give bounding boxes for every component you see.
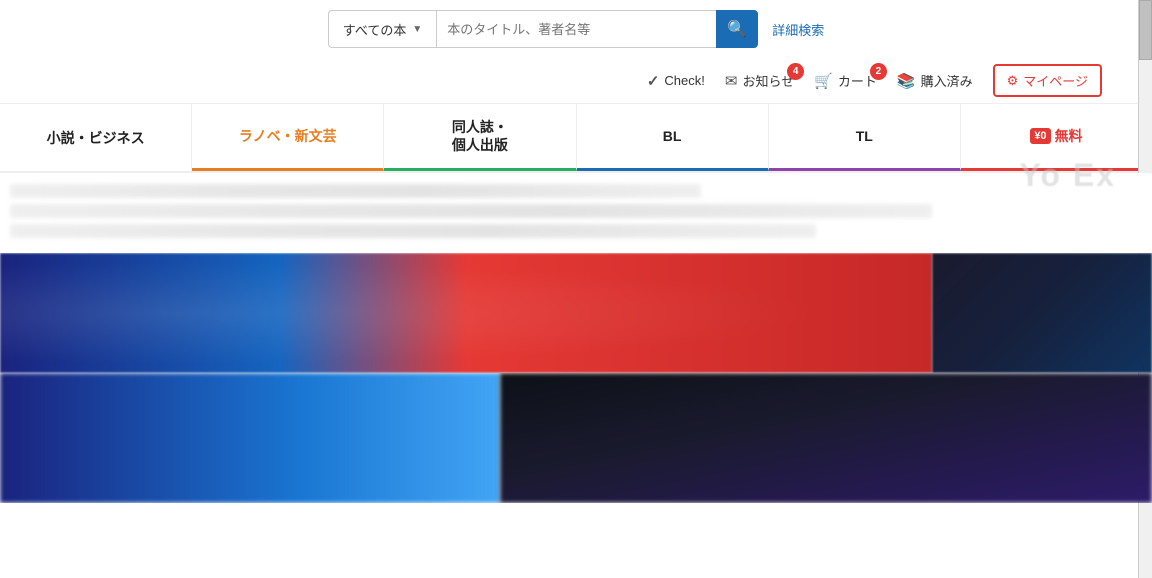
banner-left: [0, 253, 932, 373]
mail-icon: ✉: [725, 72, 738, 90]
scrollbar-thumb[interactable]: [1139, 0, 1152, 60]
tab-novels[interactable]: 小説・ビジネス: [0, 104, 192, 171]
tab-tl-label: TL: [856, 127, 873, 145]
tab-bl-label: BL: [663, 127, 682, 145]
mypage-label: マイページ: [1023, 71, 1088, 90]
cart-nav-item[interactable]: 🛒 カート 2: [814, 71, 877, 90]
cart-icon: 🛒: [814, 72, 833, 90]
tab-lightnovel-label: ラノベ・新文芸: [239, 127, 337, 145]
tab-doujin-label: 同人誌・ 個人出版: [452, 118, 508, 154]
tab-free-label: 無料: [1055, 127, 1083, 145]
category-dropdown[interactable]: すべての本 ▼: [328, 10, 436, 48]
overlay-text: Yo Ex: [1019, 157, 1116, 194]
tab-bl[interactable]: BL: [577, 104, 769, 171]
banner-right: [932, 253, 1152, 373]
gear-icon: ⚙: [1007, 73, 1019, 89]
banner2-area: [0, 373, 1152, 503]
search-input[interactable]: [436, 10, 716, 48]
category-label: すべての本: [343, 20, 407, 39]
mypage-button[interactable]: ⚙ マイページ: [993, 64, 1102, 97]
purchased-nav-item[interactable]: 📚 購入済み: [897, 71, 973, 90]
yen-badge: ¥0: [1030, 128, 1050, 144]
search-bar: すべての本 ▼ 🔍 詳細検索: [0, 0, 1152, 58]
purchased-label: 購入済み: [921, 71, 973, 90]
tab-doujin[interactable]: 同人誌・ 個人出版: [384, 104, 576, 171]
check-icon: ✓: [647, 72, 660, 90]
tab-tl[interactable]: TL: [769, 104, 961, 171]
check-label: Check!: [664, 73, 704, 88]
cart-badge: 2: [870, 63, 887, 80]
nav-row: ✓ Check! ✉ お知らせ 4 🛒 カート 2 📚 購入済み ⚙ マイページ: [0, 58, 1152, 104]
notification-badge: 4: [787, 63, 804, 80]
bookshelf-icon: 📚: [897, 72, 916, 90]
search-button[interactable]: 🔍: [716, 10, 758, 48]
banner-area: [0, 253, 1152, 373]
blurred-row-1: [10, 184, 701, 198]
check-nav-item[interactable]: ✓ Check!: [647, 72, 705, 90]
advanced-search-link[interactable]: 詳細検索: [772, 20, 824, 39]
blurred-row-2: [10, 204, 932, 218]
banner2-right: [500, 373, 1152, 503]
tab-novels-label: 小説・ビジネス: [47, 129, 145, 147]
notification-nav-item[interactable]: ✉ お知らせ 4: [725, 71, 794, 90]
content-area: [0, 173, 1152, 253]
search-icon: 🔍: [727, 19, 747, 39]
chevron-down-icon: ▼: [412, 24, 422, 35]
category-tabs: 小説・ビジネス ラノベ・新文芸 同人誌・ 個人出版 BL TL ¥0 無料: [0, 104, 1152, 173]
banner2-left: [0, 373, 500, 503]
blurred-row-3: [10, 224, 816, 238]
tab-lightnovel[interactable]: ラノベ・新文芸: [192, 104, 384, 171]
